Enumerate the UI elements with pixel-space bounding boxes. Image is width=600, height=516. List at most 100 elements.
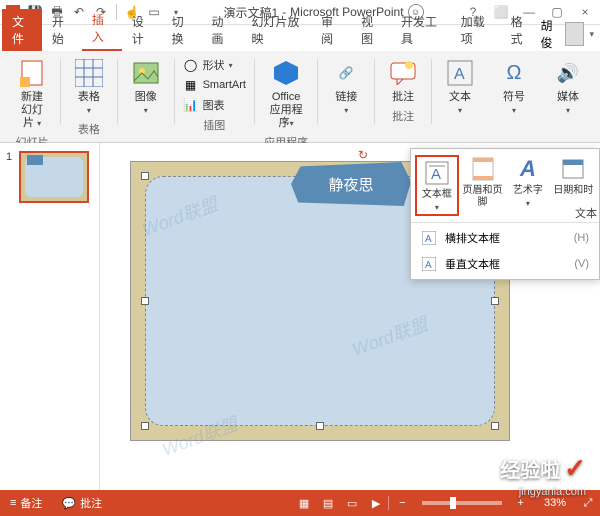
shapes-button[interactable]: ◯形状▾ <box>183 57 233 73</box>
flag-text: 静夜思 <box>328 174 373 195</box>
header-footer-icon <box>468 155 498 183</box>
tab-addins[interactable]: 加载项 <box>451 9 501 51</box>
tab-transition[interactable]: 切换 <box>162 9 202 51</box>
table-button[interactable]: 表格▾ <box>69 55 109 119</box>
view-reading-button[interactable]: ▭ <box>340 493 364 513</box>
symbol-icon: Ω <box>498 57 530 89</box>
datetime-label: 日期和时 <box>553 185 593 197</box>
comment-label: 批注 <box>392 91 414 104</box>
menu-horizontal-key: (H) <box>574 232 589 244</box>
group-comment: 批注 <box>392 108 414 124</box>
brand-name: 经验啦 <box>500 454 560 483</box>
comment-button[interactable]: 批注 <box>383 55 423 106</box>
menu-horizontal-label: 横排文本框 <box>445 230 500 246</box>
notes-label: 备注 <box>20 495 42 511</box>
brand-url: jingyanla.com <box>519 486 586 498</box>
vertical-textbox-icon: A <box>421 256 437 272</box>
media-button[interactable]: 🔊 媒体▾ <box>548 55 588 119</box>
resize-handle[interactable] <box>491 422 499 430</box>
text-icon: A <box>444 57 476 89</box>
view-sorter-button[interactable]: ▤ <box>316 493 340 513</box>
status-notes-button[interactable]: ≡ 备注 <box>0 495 52 511</box>
zoom-slider-thumb[interactable] <box>450 497 456 509</box>
resize-handle[interactable] <box>141 422 149 430</box>
user-avatar[interactable] <box>565 22 584 46</box>
tab-design[interactable]: 设计 <box>122 9 162 51</box>
textbox-icon: A <box>422 159 452 187</box>
tab-review[interactable]: 审阅 <box>311 9 351 51</box>
text-label: 文本 <box>449 91 471 103</box>
resize-handle[interactable] <box>141 172 149 180</box>
zoom-value[interactable]: 33% <box>534 497 576 509</box>
svg-text:A: A <box>454 66 465 83</box>
slide-thumbnail-1[interactable] <box>19 151 89 203</box>
datetime-icon <box>558 155 588 183</box>
wordart-button[interactable]: A 艺术字 ▾ <box>506 155 549 216</box>
resize-handle[interactable] <box>316 422 324 430</box>
notes-icon: ≡ <box>10 497 16 509</box>
office-apps-icon <box>270 57 302 89</box>
view-slideshow-button[interactable]: ▶ <box>364 493 388 513</box>
wordart-label: 艺术字 <box>513 185 543 197</box>
flag-shape[interactable]: 静夜思 <box>291 162 411 206</box>
textbox-dropdown-icon: ▾ <box>435 203 439 212</box>
menu-vertical-textbox[interactable]: A 垂直文本框(V) <box>411 251 599 277</box>
wordart-dropdown-icon: ▾ <box>526 199 530 208</box>
zoom-out-button[interactable]: − <box>389 497 415 509</box>
tab-file[interactable]: 文件 <box>2 9 42 51</box>
thumb-number: 1 <box>6 151 12 163</box>
images-icon <box>130 57 162 89</box>
tab-home[interactable]: 开始 <box>42 9 82 51</box>
slide-thumbnail-panel: 1 <box>0 143 100 490</box>
link-button[interactable]: 🔗 链接▾ <box>326 55 366 119</box>
table-icon <box>73 57 105 89</box>
media-label: 媒体 <box>557 91 579 103</box>
user-dropdown-icon[interactable]: ▾ <box>590 29 595 40</box>
resize-handle[interactable] <box>491 297 499 305</box>
user-name[interactable]: 胡俊 <box>541 17 559 51</box>
brand-logo: 经验啦✓ <box>500 453 586 484</box>
office-apps-button[interactable]: Office应用程序▾ <box>263 55 310 132</box>
resize-handle[interactable] <box>141 297 149 305</box>
group-table: 表格 <box>78 121 100 137</box>
chart-button[interactable]: 📊图表 <box>183 97 225 113</box>
comment-icon <box>387 57 419 89</box>
comments-label: 批注 <box>80 495 102 511</box>
textbox-label: 文本框 <box>422 189 452 201</box>
horizontal-textbox-icon: A <box>421 230 437 246</box>
images-button[interactable]: 图像▾ <box>126 55 166 119</box>
wordart-icon: A <box>513 155 543 183</box>
tab-slideshow[interactable]: 幻灯片放映 <box>241 9 311 51</box>
table-label: 表格 <box>78 91 100 103</box>
zoom-in-button[interactable]: + <box>508 497 534 509</box>
symbol-button[interactable]: Ω 符号▾ <box>494 55 534 119</box>
smartart-button[interactable]: ▦SmartArt <box>183 77 246 93</box>
header-footer-label: 页眉和页脚 <box>461 185 504 209</box>
menu-horizontal-textbox[interactable]: A 横排文本框 (H) <box>411 225 599 251</box>
new-slide-label1: 新建 <box>21 91 43 103</box>
tab-insert[interactable]: 插入 <box>82 7 122 51</box>
tab-view[interactable]: 视图 <box>351 9 391 51</box>
header-footer-button[interactable]: 页眉和页脚 <box>461 155 504 216</box>
menu-vertical-label: 垂直文本框 <box>445 256 500 272</box>
zoom-slider[interactable] <box>422 501 502 505</box>
textbox-button[interactable]: A 文本框 ▾ <box>415 155 459 216</box>
text-button[interactable]: A 文本▾ <box>440 55 480 119</box>
rotate-handle[interactable]: ↻ <box>358 148 372 162</box>
link-label: 链接 <box>335 91 357 103</box>
tab-devtools[interactable]: 开发工具 <box>391 9 451 51</box>
tab-animation[interactable]: 动画 <box>202 9 242 51</box>
smartart-icon: ▦ <box>183 77 199 93</box>
tab-format[interactable]: 格式 <box>501 9 541 51</box>
comments-icon: 💬 <box>62 497 76 510</box>
svg-text:A: A <box>425 260 432 271</box>
shapes-icon: ◯ <box>183 57 199 73</box>
media-icon: 🔊 <box>552 57 584 89</box>
status-comments-button[interactable]: 💬 批注 <box>52 495 112 511</box>
new-slide-button[interactable]: 新建幻灯片 ▾ <box>12 55 52 132</box>
view-normal-button[interactable]: ▦ <box>292 493 316 513</box>
chart-icon: 📊 <box>183 97 199 113</box>
office-label1: Office <box>272 91 301 103</box>
link-icon: 🔗 <box>330 57 362 89</box>
check-icon: ✓ <box>564 453 586 484</box>
